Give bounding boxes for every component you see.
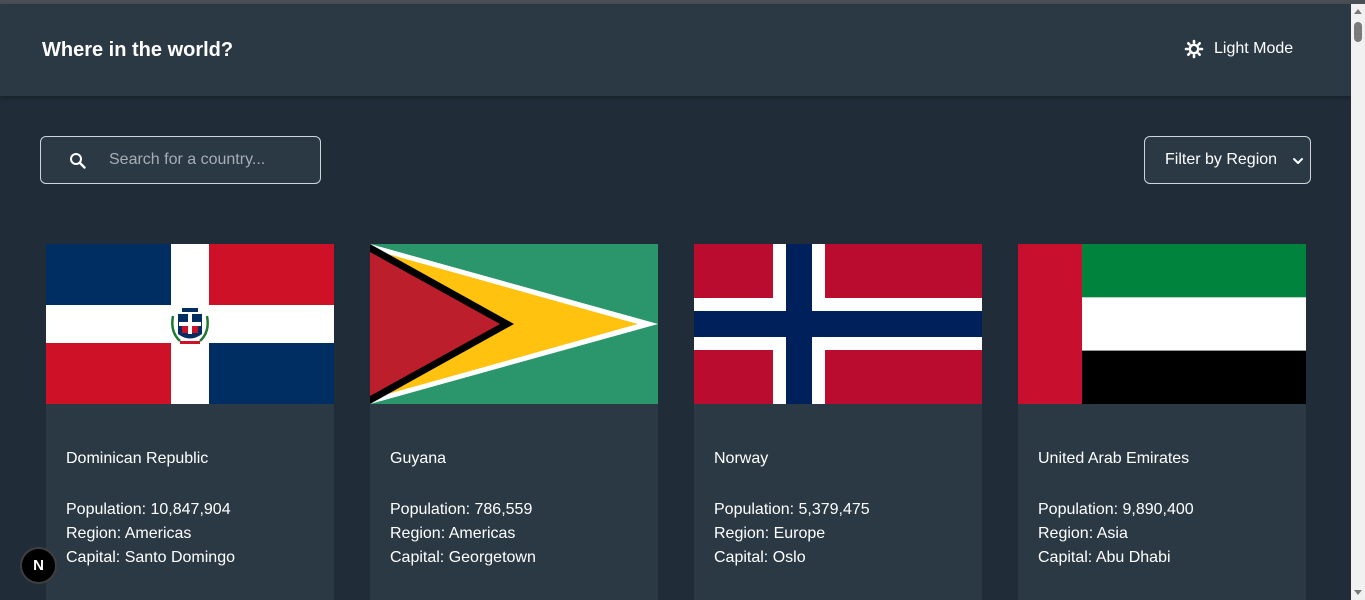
card-details: Norway Population: 5,379,475 Region: Eur… <box>714 450 964 570</box>
norway-flag <box>694 244 982 404</box>
capital-text: Capital: Georgetown <box>390 549 536 566</box>
region-text: Region: Asia <box>1038 525 1128 542</box>
chevron-down-icon <box>1293 158 1303 164</box>
search-input[interactable] <box>109 137 314 183</box>
country-name: United Arab Emirates <box>1038 450 1190 467</box>
population-text: Population: 9,890,400 <box>1038 501 1194 518</box>
population-text: Population: 786,559 <box>390 501 533 518</box>
card-details: Dominican Republic Population: 10,847,90… <box>66 450 316 570</box>
card-details: Guyana Population: 786,559 Region: Ameri… <box>390 450 640 570</box>
capital-text: Capital: Oslo <box>714 549 806 566</box>
page-scrollbar[interactable] <box>1351 4 1365 600</box>
country-card-guyana[interactable]: Guyana Population: 786,559 Region: Ameri… <box>370 244 658 600</box>
capital-text: Capital: Abu Dhabi <box>1038 549 1171 566</box>
uae-flag <box>1018 244 1306 404</box>
region-filter-label: Filter by Region <box>1165 151 1278 168</box>
region-text: Region: Europe <box>714 525 826 542</box>
nextjs-devtools-button[interactable]: N <box>20 547 57 584</box>
guyana-flag <box>370 244 658 404</box>
search-box[interactable] <box>40 136 321 184</box>
theme-toggle-button[interactable]: Light Mode <box>1184 39 1293 59</box>
region-text: Region: Americas <box>66 525 192 542</box>
country-card-united-arab-emirates[interactable]: United Arab Emirates Population: 9,890,4… <box>1018 244 1306 600</box>
scrollbar-thumb[interactable] <box>1354 22 1362 42</box>
scroll-up-arrow-icon[interactable] <box>1354 9 1362 14</box>
scroll-down-arrow-icon[interactable] <box>1354 590 1362 595</box>
card-details: United Arab Emirates Population: 9,890,4… <box>1038 450 1288 570</box>
search-icon <box>70 153 86 169</box>
region-filter-select[interactable]: Filter by Region <box>1144 136 1311 184</box>
app-title: Where in the world? <box>42 39 234 61</box>
population-text: Population: 5,379,475 <box>714 501 870 518</box>
country-name: Guyana <box>390 450 447 467</box>
sun-icon <box>1184 39 1204 59</box>
dominican-republic-flag <box>46 244 334 404</box>
country-card-dominican-republic[interactable]: Dominican Republic Population: 10,847,90… <box>46 244 334 600</box>
nextjs-badge-label: N <box>33 557 44 574</box>
country-name: Norway <box>714 450 769 467</box>
population-text: Population: 10,847,904 <box>66 501 231 518</box>
app-header: Where in the world? Light Mode <box>0 4 1351 96</box>
country-card-norway[interactable]: Norway Population: 5,379,475 Region: Eur… <box>694 244 982 600</box>
region-text: Region: Americas <box>390 525 516 542</box>
capital-text: Capital: Santo Domingo <box>66 549 235 566</box>
country-name: Dominican Republic <box>66 450 209 467</box>
theme-toggle-label: Light Mode <box>1214 40 1294 57</box>
